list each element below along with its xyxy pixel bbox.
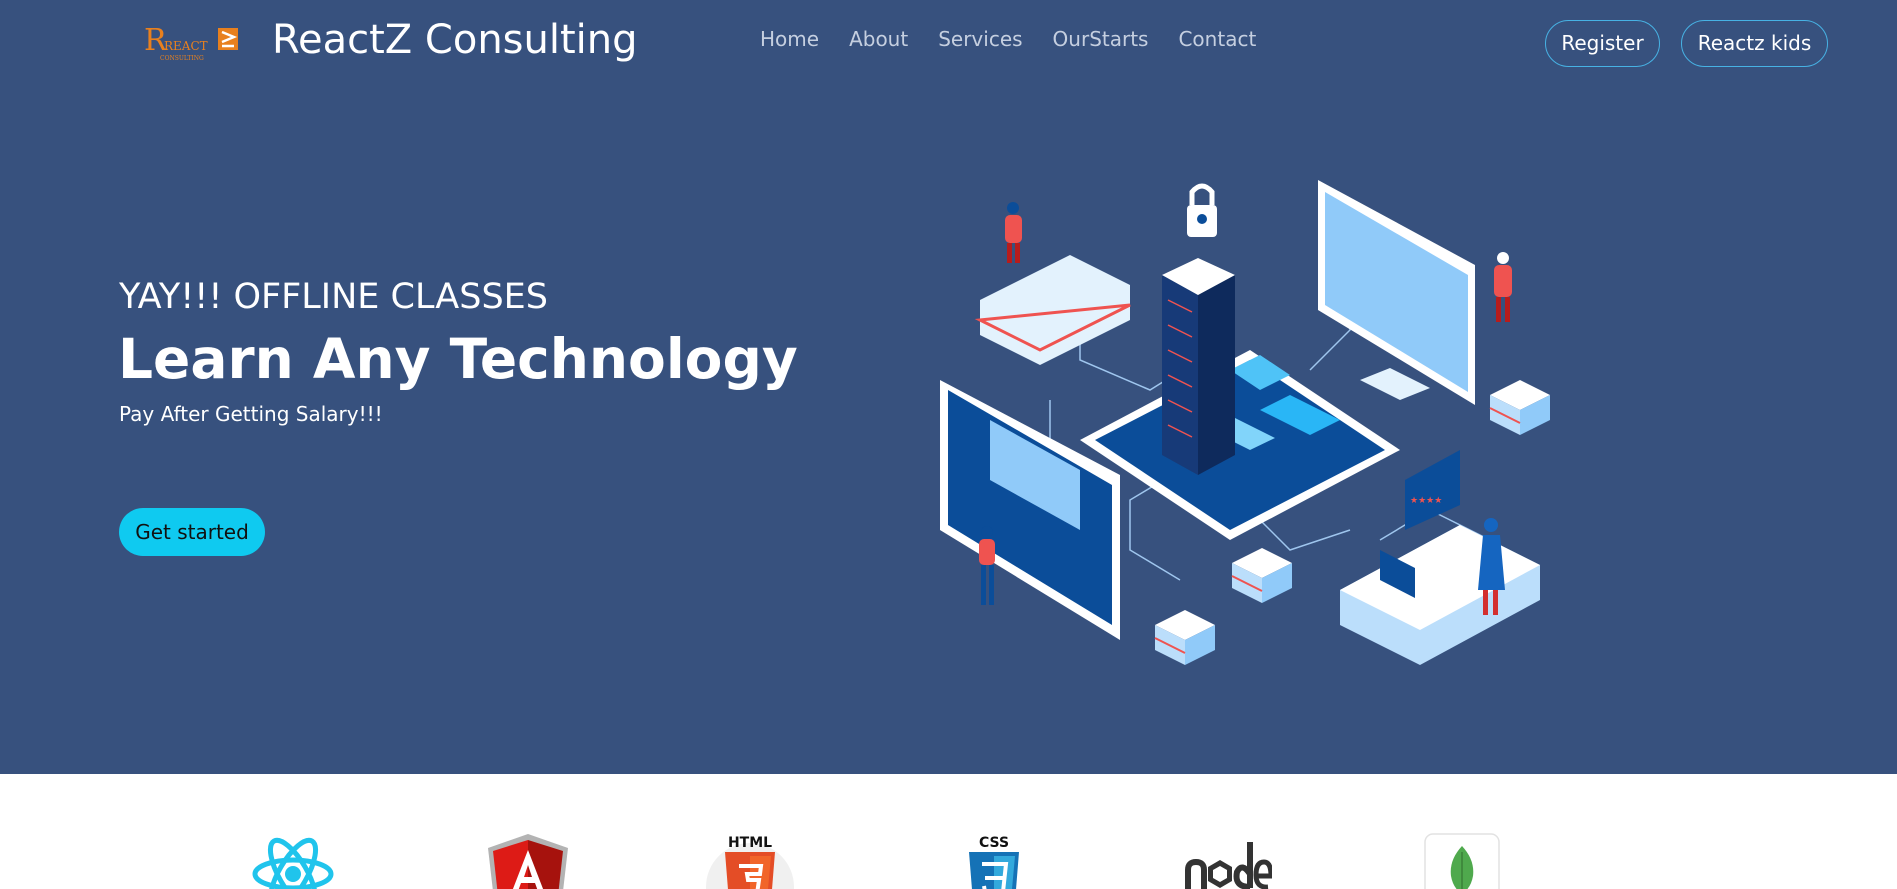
data-cube xyxy=(1231,548,1292,603)
reactz-consulting-logo-icon: R REACT CONSULTING xyxy=(144,23,238,62)
hero-tagline: Pay After Getting Salary!!! xyxy=(119,402,383,426)
logo-text: REACT xyxy=(164,39,208,53)
skyscraper-left xyxy=(1162,275,1198,475)
padlock-shackle xyxy=(1189,183,1215,205)
html5-logo-icon: HTML xyxy=(706,835,794,889)
nav-item-contact[interactable]: Contact xyxy=(1178,25,1256,53)
monitor-stand xyxy=(1360,368,1430,400)
padlock-keyhole xyxy=(1197,214,1207,224)
nav-item-about[interactable]: About xyxy=(849,25,908,53)
nav-menu: Home About Services OurStarts Contact xyxy=(760,25,1256,53)
tech-logo-react xyxy=(248,832,338,889)
person-figure xyxy=(1494,252,1512,322)
nav-item-ourstarts[interactable]: OurStarts xyxy=(1053,25,1149,53)
navbar: R REACT CONSULTING ReactZ Consulting Hom… xyxy=(0,0,1897,80)
tech-logos-strip: HTML CSS xyxy=(0,774,1897,889)
hero-subtitle: YAY!!! OFFLINE CLASSES xyxy=(119,277,548,317)
register-button[interactable]: Register xyxy=(1545,20,1660,67)
nav-item-home[interactable]: Home xyxy=(760,25,819,53)
review-card xyxy=(1405,450,1460,530)
css3-logo-icon: CSS xyxy=(969,835,1019,889)
nav-item-services[interactable]: Services xyxy=(938,25,1022,53)
hero-section: R REACT CONSULTING ReactZ Consulting Hom… xyxy=(0,0,1897,774)
reactz-kids-button[interactable]: Reactz kids xyxy=(1681,20,1828,67)
skyscraper-right xyxy=(1198,275,1235,475)
angular-logo-icon xyxy=(488,834,568,889)
tech-logo-mongodb xyxy=(1417,832,1507,889)
css-label: CSS xyxy=(979,835,1009,851)
get-started-button[interactable]: Get started xyxy=(119,508,265,556)
tech-logo-nodejs xyxy=(1182,832,1272,889)
logo-subtext: CONSULTING xyxy=(160,55,204,62)
desk-top-left xyxy=(980,255,1130,365)
blueprint-screen xyxy=(948,390,1112,625)
nodejs-logo-icon xyxy=(1185,842,1272,889)
mongodb-logo-icon xyxy=(1424,833,1500,889)
isometric-technology-illustration-icon: ★★★★ xyxy=(940,180,1550,665)
tech-logo-css3: CSS xyxy=(949,832,1039,889)
data-cube xyxy=(1489,380,1550,435)
monitor-screen xyxy=(1325,192,1468,392)
tech-logo-html5: HTML xyxy=(705,832,795,889)
person-figure xyxy=(1005,202,1022,263)
brand-logo[interactable]: R REACT CONSULTING xyxy=(142,20,242,62)
react-logo-icon xyxy=(252,837,334,889)
tech-logo-angular xyxy=(483,832,573,889)
html-label: HTML xyxy=(728,835,772,851)
hero-title: Learn Any Technology xyxy=(118,327,798,391)
data-cube xyxy=(1154,610,1215,665)
hero-illustration: ★★★★ xyxy=(930,170,1570,700)
review-stars: ★★★★ xyxy=(1410,496,1442,506)
brand-name[interactable]: ReactZ Consulting xyxy=(272,14,638,66)
